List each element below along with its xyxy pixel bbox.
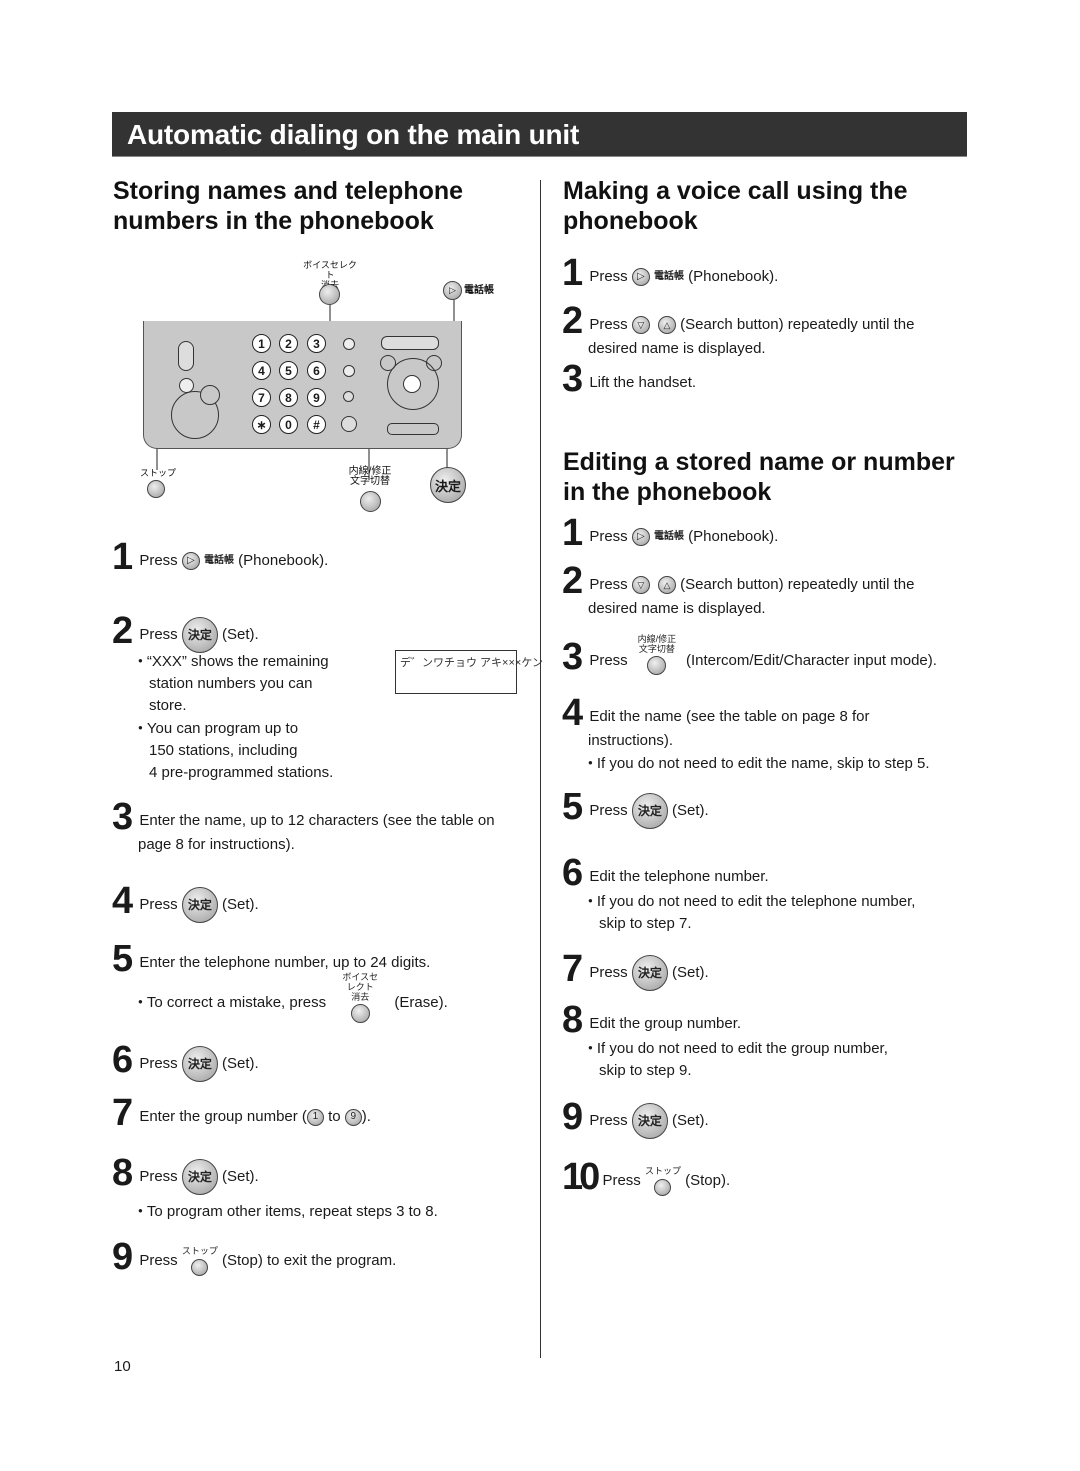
edit-step-4: 4 Edit the name (see the table on page 8… [562, 694, 930, 775]
volume-key[interactable] [387, 423, 439, 435]
phonebook-button[interactable]: ▷ [443, 281, 462, 300]
edit-step-6: 6 Edit the telephone number. If you do n… [562, 854, 915, 935]
key-star[interactable]: ∗ [252, 415, 271, 434]
erase-button[interactable] [319, 284, 340, 305]
speaker-knob [200, 385, 220, 405]
edit-step-3: 3 Press 内線/修正 文字切替 (Intercom/Edit/Charac… [562, 634, 937, 678]
key-0[interactable]: 0 [279, 415, 298, 434]
key-9-icon: 9 [344, 1108, 362, 1126]
intercom-button-icon: 内線/修正 文字切替 [632, 634, 682, 676]
erase-key[interactable] [343, 338, 355, 350]
key-2[interactable]: 2 [279, 334, 298, 353]
edit-step-1: 1 Press ▷ 電話帳 (Phonebook). [562, 512, 779, 554]
phonebook-button-icon: ▷ [181, 552, 200, 571]
set-button-icon: 決定 [631, 955, 668, 992]
left-step-3: 3 Enter the name, up to 12 characters (s… [112, 796, 495, 853]
key-6[interactable]: 6 [307, 361, 326, 380]
key-1[interactable]: 1 [252, 334, 271, 353]
set-button-icon: 決定 [631, 1103, 668, 1140]
center-set-key[interactable] [403, 375, 421, 393]
left-step-8: 8 Press 決定 (Set). [112, 1152, 259, 1196]
left-step-6: 6 Press 決定 (Set). [112, 1039, 259, 1083]
set-button-icon: 決定 [181, 887, 218, 924]
search-down-icon: ▽ [631, 576, 650, 595]
phonebook-button-icon: ▷ [631, 268, 650, 287]
play-triangle-icon: ▷ [449, 285, 456, 295]
voice-call-heading: Making a voice call using the phonebook [563, 177, 908, 235]
key-7[interactable]: 7 [252, 388, 271, 407]
phonebook-button-icon: ▷ [631, 528, 650, 547]
editing-heading: Editing a stored name or number in the p… [563, 448, 955, 506]
edit-step-8: 8 Edit the group number. If you do not n… [562, 1001, 888, 1082]
stop-label: ストップ [140, 468, 177, 478]
intercom-button[interactable] [360, 491, 381, 512]
phone-panel: 1 2 3 4 5 6 7 8 9 ∗ 0 # [143, 321, 462, 449]
hook-switch [178, 341, 194, 371]
edit-step-10: 10 Press ストップ (Stop). [562, 1156, 731, 1198]
stop-button-icon: ストップ [182, 1246, 218, 1278]
phonebook-label: 電話帳 [464, 285, 494, 296]
key-hash[interactable]: # [307, 415, 326, 434]
stop-button-icon: ストップ [645, 1166, 681, 1198]
set-button-icon: 決定 [181, 1159, 218, 1196]
voice-step-2: 2 Press ▽ △ (Search button) repeatedly u… [562, 300, 915, 357]
page-number: 10 [114, 1358, 131, 1375]
search-up-icon: △ [658, 576, 676, 595]
edit-step-2: 2 Press ▽ △ (Search button) repeatedly u… [562, 560, 915, 617]
set-button-icon: 決定 [181, 1046, 218, 1083]
search-up-icon: △ [658, 316, 676, 335]
key-9[interactable]: 9 [307, 388, 326, 407]
lcd-display: デ゛ンワチョウ アキ×××ケン [395, 650, 543, 694]
left-step-2-bullets: “XXX” shows the remaining station number… [138, 650, 333, 784]
small-key[interactable] [343, 391, 354, 402]
search-down-icon: ▽ [631, 316, 650, 335]
set-button[interactable]: 決定 [430, 467, 466, 503]
key-5[interactable]: 5 [279, 361, 298, 380]
left-step-5-bullet: To correct a mistake, press ボイスセレクト 消去 (… [138, 972, 448, 1024]
edit-step-9: 9 Press 決定 (Set). [562, 1096, 709, 1140]
erase-button-icon: ボイスセレクト 消去 [340, 972, 380, 1024]
function-keys[interactable] [381, 336, 439, 350]
set-button-icon: 決定 [181, 617, 218, 654]
edit-step-7: 7 Press 決定 (Set). [562, 948, 709, 992]
key-4[interactable]: 4 [252, 361, 271, 380]
left-step-2: 2 Press 決定 (Set). [112, 610, 259, 654]
voice-step-3: 3 Lift the handset. [562, 358, 697, 400]
intercom-label: 内線/修正 文字切替 [348, 466, 392, 487]
left-step-8-bullet: To program other items, repeat steps 3 t… [138, 1200, 438, 1223]
left-step-1: 1 Press ▷ 電話帳 (Phonebook). [112, 536, 329, 578]
left-step-7: 7 Enter the group number (1 to 9). [112, 1092, 371, 1134]
round-key[interactable] [341, 416, 357, 432]
left-step-5: 5 Enter the telephone number, up to 24 d… [112, 938, 431, 980]
set-button-icon: 決定 [631, 793, 668, 830]
left-step-4: 4 Press 決定 (Set). [112, 880, 259, 924]
key-1-icon: 1 [306, 1108, 324, 1126]
voice-step-1: 1 Press ▷ 電話帳 (Phonebook). [562, 252, 779, 294]
left-step-9: 9 Press ストップ (Stop) to exit the program. [112, 1236, 397, 1278]
key-8[interactable]: 8 [279, 388, 298, 407]
stop-button[interactable] [147, 480, 165, 498]
edit-step-5: 5 Press 決定 (Set). [562, 786, 709, 830]
key-3[interactable]: 3 [307, 334, 326, 353]
intercom-key[interactable] [343, 365, 355, 377]
